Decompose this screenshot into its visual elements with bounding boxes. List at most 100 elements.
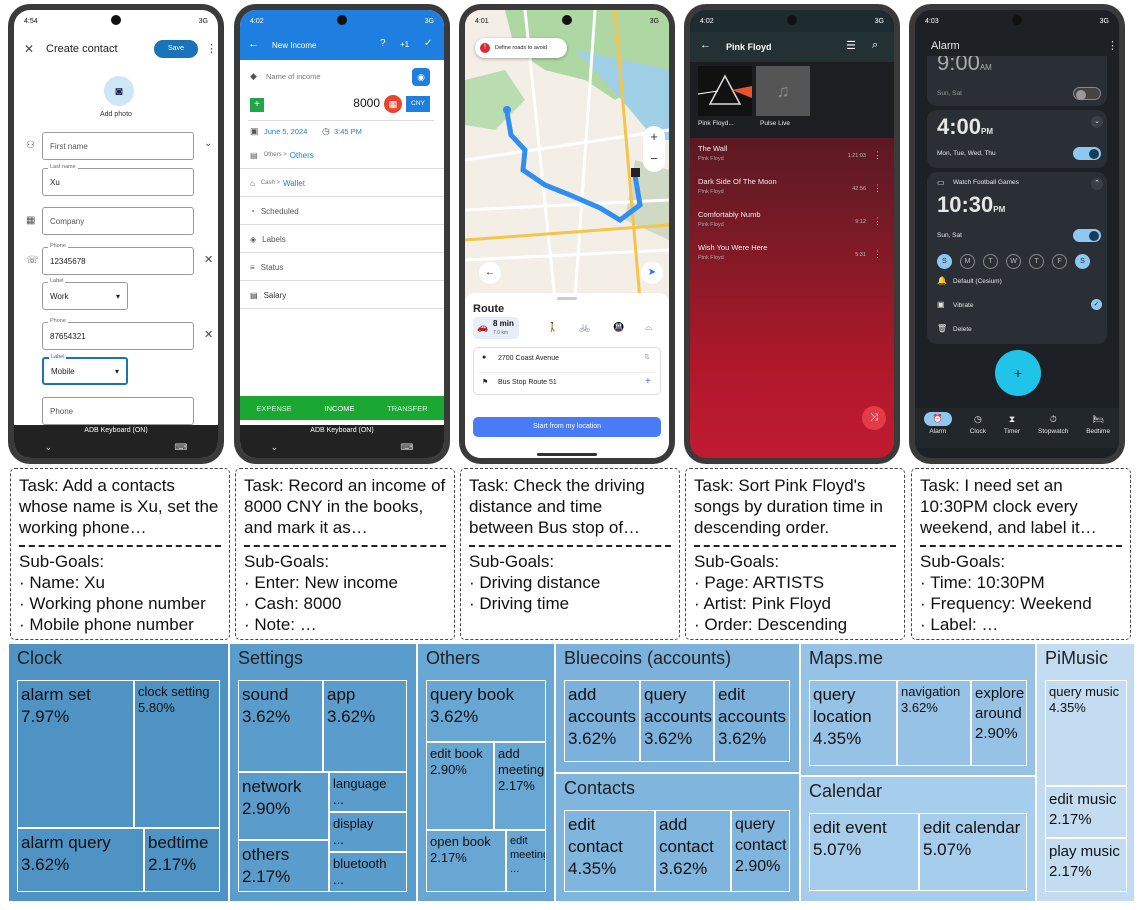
date-field[interactable]: June 5, 2024 xyxy=(264,127,307,136)
zoom-out-button[interactable]: − xyxy=(643,148,665,170)
swap-icon[interactable]: ⇅ xyxy=(644,353,650,361)
income-name-input[interactable]: Name of income xyxy=(266,72,321,81)
song-row[interactable]: Comfortably Numb Pink Floyd 9:12 ⋮ xyxy=(698,210,886,242)
search-icon[interactable]: ⌕ xyxy=(872,39,878,52)
label-select-2[interactable]: Label Mobile ▾ xyxy=(42,354,128,385)
account-row[interactable]: ⌂ Cash > Wallet xyxy=(240,170,444,197)
task-text: Task: Sort Pink Floyd's songs by duratio… xyxy=(694,476,883,537)
drag-handle[interactable] xyxy=(557,297,577,300)
label-select-1[interactable]: Label Work ▾ xyxy=(42,278,128,310)
tab-expense[interactable]: EXPENSE xyxy=(256,404,291,413)
alarm-toggle[interactable] xyxy=(1073,229,1101,242)
day-sat[interactable]: S xyxy=(1075,254,1090,269)
phone-field-2[interactable]: Phone 87654321 xyxy=(42,318,194,350)
nav-clock[interactable]: ◷ Clock xyxy=(970,408,986,448)
more-icon[interactable]: ⋮ xyxy=(873,249,882,260)
day-thu[interactable]: T xyxy=(1029,254,1044,269)
chevron-down-icon[interactable]: ⌄ xyxy=(204,138,212,149)
chevron-up-icon[interactable]: ⌃ xyxy=(1091,178,1103,190)
plus-one-button[interactable]: +1 xyxy=(400,40,409,49)
walk-icon[interactable]: 🚶 xyxy=(547,322,558,333)
alarm-card-1[interactable]: 4:00PM ⌄ Mon, Tue, Wed, Thu xyxy=(927,110,1107,168)
alarm-card-2[interactable]: ▭ Watch Football Games ⌃ 10:30PM Sun, Sa… xyxy=(927,172,1107,344)
my-location-icon[interactable]: ➤ xyxy=(641,262,663,284)
ringtone-option[interactable]: Default (Cesium) xyxy=(953,278,1002,285)
back-arrow-icon[interactable]: ← xyxy=(248,38,259,50)
alarm-toggle[interactable] xyxy=(1073,147,1101,160)
check-icon[interactable]: ✓ xyxy=(424,38,432,49)
song-row[interactable]: The Wall Pink Floyd 1:21:03 ⋮ xyxy=(698,144,886,176)
camera-icon[interactable]: ◙ xyxy=(104,76,134,106)
category-row[interactable]: ▤ Others > Others xyxy=(240,142,444,169)
bike-icon[interactable]: 🚲 xyxy=(579,322,590,333)
car-mode-button[interactable]: 🚗 8 min 7.0 km xyxy=(473,317,519,339)
transit-icon[interactable]: 🚇 xyxy=(613,322,624,333)
keyboard-icon[interactable]: ⌨ xyxy=(174,442,187,453)
first-name-field[interactable]: First name xyxy=(42,132,194,160)
currency-button[interactable]: CNY xyxy=(406,96,430,112)
keyboard-icon[interactable]: ⌨ xyxy=(400,442,413,453)
shuffle-icon[interactable]: ⤨ xyxy=(862,406,886,430)
song-row[interactable]: Dark Side Of The Moon Pink Floyd 42:56 ⋮ xyxy=(698,177,886,209)
plus-icon[interactable]: + xyxy=(250,98,264,112)
more-icon[interactable]: ⋮ xyxy=(873,150,882,161)
tab-transfer[interactable]: TRANSFER xyxy=(387,404,427,413)
route-from[interactable]: 2700 Coast Avenue xyxy=(498,355,559,362)
more-icon[interactable]: ⋮ xyxy=(1107,39,1118,52)
tab-income[interactable]: INCOME xyxy=(324,404,354,413)
song-row[interactable]: Wish You Were Here Pink Floyd 5:31 ⋮ xyxy=(698,243,886,275)
weekday-selector: SMTWTFS xyxy=(937,250,1098,269)
music-note-icon[interactable]: ♫ xyxy=(756,66,810,116)
ruler-icon[interactable]: ⌓ xyxy=(645,322,652,333)
last-name-field[interactable]: Last name Xu xyxy=(42,164,194,196)
delete-alarm-button[interactable]: Delete xyxy=(953,326,972,333)
treemap-cell: clock setting 5.80% xyxy=(134,680,220,828)
start-navigation-button[interactable]: Start from my location xyxy=(473,417,661,437)
back-arrow-icon[interactable]: ← xyxy=(700,39,711,51)
notes-row[interactable]: ▤ Salary xyxy=(240,282,444,309)
remove-phone-1-icon[interactable]: ✕ xyxy=(204,253,213,266)
cell-value: 3.62% xyxy=(568,729,617,748)
add-alarm-button[interactable]: + xyxy=(995,350,1041,396)
more-icon[interactable]: ⋮ xyxy=(873,183,882,194)
vibrate-checkbox[interactable]: ✓ xyxy=(1091,299,1102,310)
calculator-icon[interactable]: ▦ xyxy=(384,95,402,113)
close-icon[interactable]: ✕ xyxy=(24,42,34,56)
day-sun[interactable]: S xyxy=(937,254,952,269)
day-fri[interactable]: F xyxy=(1052,254,1067,269)
time-field[interactable]: 3:45 PM xyxy=(334,127,362,136)
zoom-in-button[interactable]: + xyxy=(643,126,665,148)
alarm-label[interactable]: Watch Football Games xyxy=(953,179,1019,186)
day-mon[interactable]: M xyxy=(960,254,975,269)
back-icon[interactable]: ⌄ xyxy=(271,442,279,453)
phone-field-1[interactable]: Phone 12345678 xyxy=(42,243,194,275)
add-stop-icon[interactable]: + xyxy=(645,376,651,387)
status-row[interactable]: ≡ Status xyxy=(240,254,444,281)
scheduled-row[interactable]: ◔ Scheduled xyxy=(240,198,444,225)
more-icon[interactable]: ⋮ xyxy=(206,42,217,55)
back-arrow-icon[interactable]: ← xyxy=(479,262,501,284)
company-field[interactable]: Company xyxy=(42,207,194,235)
nav-bedtime[interactable]: 🛏 Bedtime xyxy=(1086,408,1110,448)
more-icon[interactable]: ⋮ xyxy=(873,216,882,227)
alarm-toggle[interactable] xyxy=(1073,87,1101,100)
nav-stopwatch[interactable]: ⏱ Stopwatch xyxy=(1038,408,1068,448)
chevron-down-icon[interactable]: ⌄ xyxy=(1091,116,1103,128)
day-wed[interactable]: W xyxy=(1006,254,1021,269)
nav-timer[interactable]: ⧗ Timer xyxy=(1004,408,1020,448)
nav-alarm[interactable]: ⏰ Alarm xyxy=(923,408,952,448)
back-icon[interactable]: ⌄ xyxy=(45,442,53,453)
labels-row[interactable]: ◈ Labels xyxy=(240,226,444,253)
camera-icon[interactable]: ◉ xyxy=(412,68,430,86)
route-to[interactable]: Bus Stop Route 51 xyxy=(498,379,557,386)
remove-phone-2-icon[interactable]: ✕ xyxy=(204,328,213,341)
phone-field-3[interactable]: Phone xyxy=(42,397,194,425)
alarm-card-0[interactable]: 9:00AM Sun, Sat xyxy=(927,56,1107,106)
day-tue[interactable]: T xyxy=(983,254,998,269)
avoid-roads-banner[interactable]: ! Define roads to avoid xyxy=(475,38,567,58)
help-icon[interactable]: ? xyxy=(380,38,386,49)
sort-icon[interactable]: ☰ xyxy=(846,39,856,52)
amount-input[interactable]: 8000 xyxy=(340,96,380,110)
save-button[interactable]: Save xyxy=(154,40,198,58)
album-cover-1[interactable] xyxy=(697,66,752,116)
